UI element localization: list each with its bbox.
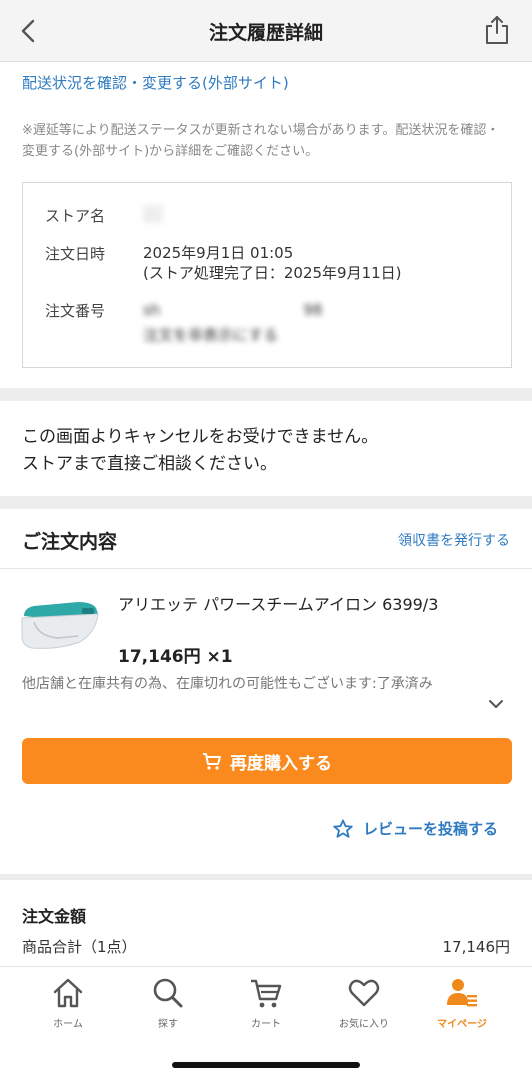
product-image[interactable] [18, 596, 100, 652]
order-date-label: 注文日時 [45, 245, 106, 263]
search-icon [153, 978, 183, 1008]
subtotal-value: 17,146円 [442, 938, 511, 956]
cart-icon [203, 753, 221, 770]
post-review-link[interactable]: レビューを投稿する [333, 818, 498, 839]
page-title: 注文履歴詳細 [208, 22, 323, 44]
store-name-value [143, 205, 163, 223]
tab-cart-label: カート [251, 1019, 281, 1030]
chevron-down-icon[interactable] [486, 694, 506, 714]
order-total-title: 注文金額 [22, 907, 87, 926]
header-bar: 注文履歴詳細 [0, 0, 532, 62]
delivery-status-link[interactable]: 配送状況を確認・変更する(外部サイト) [22, 72, 289, 93]
store-name-label: ストア名 [45, 207, 106, 225]
cancel-notice-line-1: この画面よりキャンセルをお受けできません。 [22, 427, 379, 447]
tab-search-label: 探す [158, 1019, 178, 1030]
issue-receipt-link[interactable]: 領収書を発行する [398, 530, 510, 550]
tab-search[interactable]: 探す [118, 977, 218, 1030]
rebuy-button-label: 再度購入する [230, 753, 332, 774]
tab-home[interactable]: ホーム [18, 977, 118, 1030]
hide-order-link[interactable]: 注文を非表示にする [143, 325, 278, 345]
tab-favorites-label: お気に入り [339, 1019, 389, 1030]
processed-date-value: (ストア処理完了日：2025年9月11日) [143, 264, 402, 282]
rebuy-button[interactable]: 再度購入する [22, 738, 512, 784]
section-divider [0, 388, 532, 401]
subtotal-label: 商品合計（1点） [22, 938, 137, 956]
delivery-note: ※遅延等により配送ステータスが更新されない場合があります。配送状況を確認・変更す… [22, 123, 500, 159]
mypage-icon [447, 979, 477, 1007]
home-indicator[interactable] [172, 1062, 360, 1068]
cart-icon [251, 979, 282, 1008]
tab-home-label: ホーム [53, 1019, 83, 1030]
star-outline-icon [333, 819, 353, 838]
order-contents-header: ご注文内容 領収書を発行する [0, 509, 532, 569]
home-icon [53, 978, 83, 1008]
product-name[interactable]: アリエッテ パワースチームアイロン 6399/3 [118, 591, 438, 615]
tab-favorites[interactable]: お気に入り [314, 977, 414, 1030]
order-number-value: sh 98 [143, 301, 323, 319]
tab-mypage-label: マイページ [437, 1019, 487, 1030]
order-date-value: 2025年9月1日 01:05 [143, 244, 294, 262]
cancel-notice-line-2: ストアまで直接ご相談ください。 [22, 454, 277, 474]
section-divider [0, 496, 532, 509]
tab-cart[interactable]: カート [216, 977, 316, 1030]
tab-mypage[interactable]: マイページ [412, 977, 512, 1030]
stock-note: 他店舗と在庫共有の為、在庫切れの可能性もございます:了承済み [22, 676, 433, 692]
post-review-label: レビューを投稿する [362, 820, 498, 838]
heart-icon [348, 979, 380, 1007]
order-number-label: 注文番号 [45, 302, 106, 320]
share-icon[interactable] [482, 14, 512, 46]
product-price: 17,146円 ×1 [118, 647, 233, 667]
order-contents-title: ご注文内容 [22, 531, 118, 553]
order-info-box: ストア名 注文日時 2025年9月1日 01:05 (ストア処理完了日：2025… [22, 182, 512, 368]
section-divider [0, 874, 532, 880]
cancel-notice: この画面よりキャンセルをお受けできません。 ストアまで直接ご相談ください。 [22, 424, 378, 478]
